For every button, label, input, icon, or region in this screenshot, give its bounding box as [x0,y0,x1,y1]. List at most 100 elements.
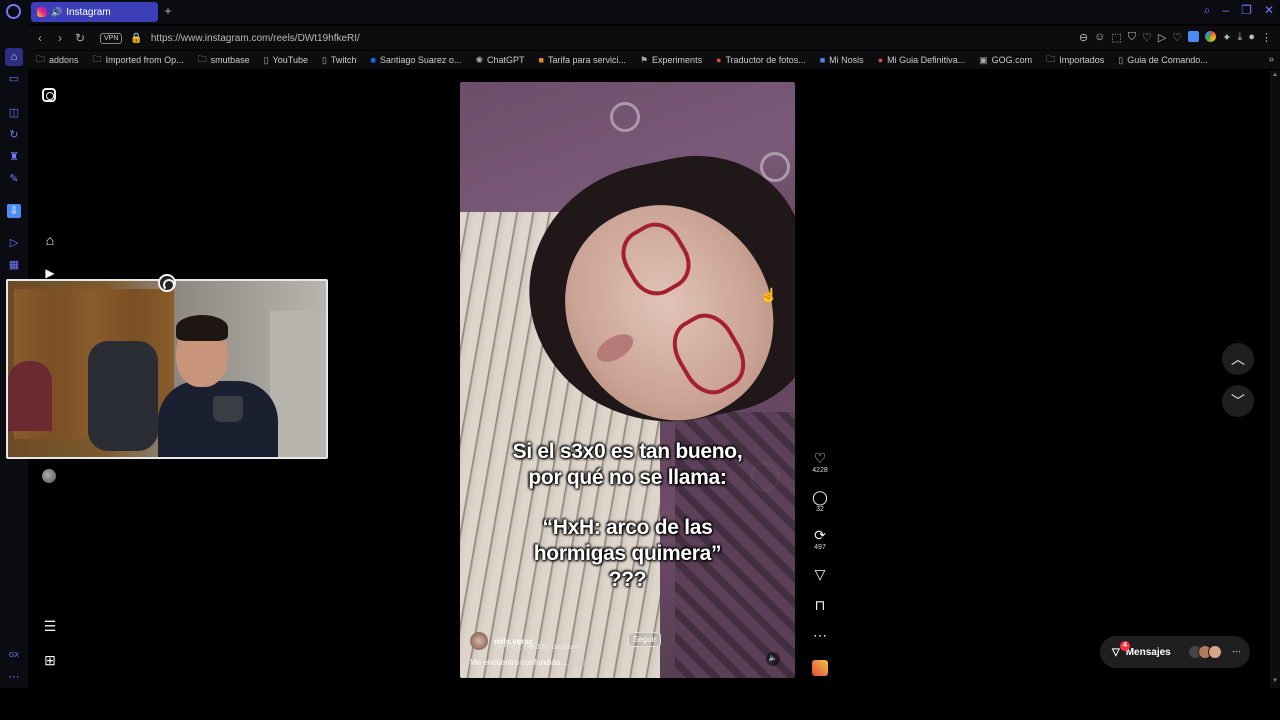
player-icon[interactable]: ♜ [7,150,21,164]
snapshot-icon[interactable]: ⬚ [1111,31,1121,44]
app-icon[interactable]: ⇩ [7,204,21,218]
play-icon[interactable]: ▷ [1158,31,1166,44]
heart-icon[interactable]: ♡ [1142,31,1152,44]
menu-icon[interactable]: ⋮ [1261,31,1272,44]
comment-icon[interactable]: ◯ [808,489,832,505]
home-nav-icon[interactable]: ⌂ [42,232,58,248]
folder-icon: 🗀 [197,54,207,64]
bookmark-item[interactable]: ✺ ChatGPT [475,55,524,66]
bookmark-item[interactable]: ⚑ Experiments [640,55,702,66]
emoji-icon[interactable]: ☺ [1094,31,1105,44]
nosis-icon: ■ [819,55,826,65]
folder-icon: 🗀 [1046,54,1056,64]
restore-button[interactable]: ❐ [1241,3,1252,18]
profile-avatar[interactable] [42,469,56,483]
mute-icon[interactable]: 🔈 [766,652,780,666]
messages-button[interactable]: ▽ 4 Mensajes ⋯ [1100,636,1250,668]
like-count: 4228 [812,467,828,474]
url-field[interactable]: https://www.instagram.com/reels/DWt19hfk… [151,33,360,44]
audio-thumbnail[interactable] [812,660,828,676]
bookmark-item[interactable]: ■ Santiago Suarez o... [370,55,461,65]
bookmark-item[interactable]: ▯ Twitch [322,55,356,66]
pencil-icon[interactable]: ✎ [7,172,21,186]
home-icon[interactable]: ⌂ [5,48,23,66]
bookmark-item[interactable]: 🗀 Imported from Op... [93,52,184,68]
messenger-icon: ▽ [1112,646,1120,658]
more-icon[interactable]: ⋯ [7,670,21,684]
download-icon[interactable]: ⤓ [1237,31,1242,44]
search-icon[interactable]: ⌕ [1204,3,1211,18]
speaker-icon[interactable]: 🔊 [51,7,62,18]
vpn-badge[interactable]: VPN [100,32,123,44]
bookmark-item[interactable]: ■ Tarifa para servici... [539,55,626,65]
send-icon[interactable]: ▽ [808,566,832,582]
next-reel-button[interactable]: ﹀ [1222,385,1254,417]
reel-video[interactable]: Si el s3x0 es tan bueno, por qué no se l… [460,82,795,678]
reel-audio[interactable]: ♬ サイズ 小野正利 · departure! [496,642,580,651]
gx-control-icon[interactable]: ▭ [7,72,21,86]
repost-button[interactable]: ⟳ 497 [808,527,832,551]
repost-icon[interactable]: ⟳ [808,527,832,543]
send-icon[interactable]: ▷ [7,236,21,250]
chrome-extension-icon[interactable] [1205,31,1217,42]
comment-button[interactable]: ◯ 32 [808,489,832,513]
previous-reel-button[interactable]: ︿ [1222,343,1254,375]
bookmark-item[interactable]: ● Mi Guia Definitiva... [878,55,965,65]
heart-icon[interactable]: ♡ [808,450,832,466]
follow-button[interactable]: Seguir [628,632,662,647]
address-bar: ‹ › ↻ VPN 🔒 https://www.instagram.com/re… [28,26,1280,50]
bookmark-item[interactable]: ● Traductor de fotos... [716,55,806,65]
bookmark-item[interactable]: 🗀 addons [36,52,79,68]
twitch-icon[interactable]: ◫ [7,106,21,120]
tab-instagram[interactable]: 🔊 Instagram [31,2,158,22]
lock-icon[interactable]: 🔒 [130,33,142,44]
also-from-meta-icon[interactable]: ⊞ [42,652,58,668]
extension-icon[interactable] [1188,31,1200,42]
more-link[interactable]: más [571,658,586,667]
zoom-icon[interactable]: ⊖ [1079,31,1088,44]
pattern-circle [610,102,640,132]
bookmark-item[interactable]: 🗀 smutbase [198,52,250,68]
reload-button[interactable]: ↻ [72,31,88,45]
page-scrollbar[interactable]: ▲ ▼ [1270,70,1280,688]
share-button[interactable]: ▽ [808,566,832,582]
bookmark-item[interactable]: 🗀 Importados [1046,52,1104,68]
bookmark-item[interactable]: ▯ Guia de Comando... [1118,55,1208,66]
new-tab-button[interactable]: + [161,4,175,18]
profile-icon[interactable]: ● [1248,31,1255,44]
more-options-button[interactable]: ⋯ [808,627,832,643]
like-button[interactable]: ♡ 4228 [808,450,832,474]
extensions-icon[interactable]: ▦ [7,258,21,272]
more-icon[interactable]: ⋯ [808,627,832,643]
bookmark-item[interactable]: ▯ YouTube [264,55,308,66]
overwatch-logo-icon [158,274,176,292]
behance-icon: ■ [370,55,376,65]
reel-description[interactable]: Me encuentro confundida ... más [470,658,587,667]
minimize-button[interactable]: – [1222,3,1229,18]
reel-caption-bottom: “HxH: arco de las hormigas quimera” ??? [533,516,722,591]
more-bookmarks-icon[interactable]: » [1268,54,1274,65]
page-icon: ▯ [1118,54,1124,65]
bookmark-icon[interactable]: ⊓ [808,597,832,613]
scroll-down-icon[interactable]: ▼ [1272,678,1278,684]
menu-hamburger-icon[interactable]: ☰ [42,618,58,634]
hand-cursor-icon: ☝ [760,287,778,303]
puzzle-icon[interactable]: ✦ [1222,31,1231,44]
forward-button[interactable]: › [52,31,68,45]
avatar [1208,645,1222,659]
guide-icon: ● [877,55,884,65]
author-avatar[interactable] [470,632,488,650]
history-icon[interactable]: ↻ [7,128,21,142]
bookmark-item[interactable]: ■ Mi Nosis [820,55,864,65]
close-button[interactable]: ✕ [1264,3,1274,18]
scroll-up-icon[interactable]: ▲ [1272,72,1278,78]
save-button[interactable]: ⊓ [808,597,832,613]
back-button[interactable]: ‹ [32,31,48,45]
window-controls: ⌕ – ❐ ✕ [1204,3,1274,18]
tab-title: Instagram [66,6,111,18]
bookmark-icon[interactable]: ♡ [1172,31,1182,44]
bookmark-item[interactable]: ▣ GOG.com [979,55,1032,66]
shield-icon[interactable]: ⛉ [1128,31,1136,44]
opera-logo-icon[interactable] [6,4,21,19]
instagram-logo-icon[interactable] [42,88,56,102]
